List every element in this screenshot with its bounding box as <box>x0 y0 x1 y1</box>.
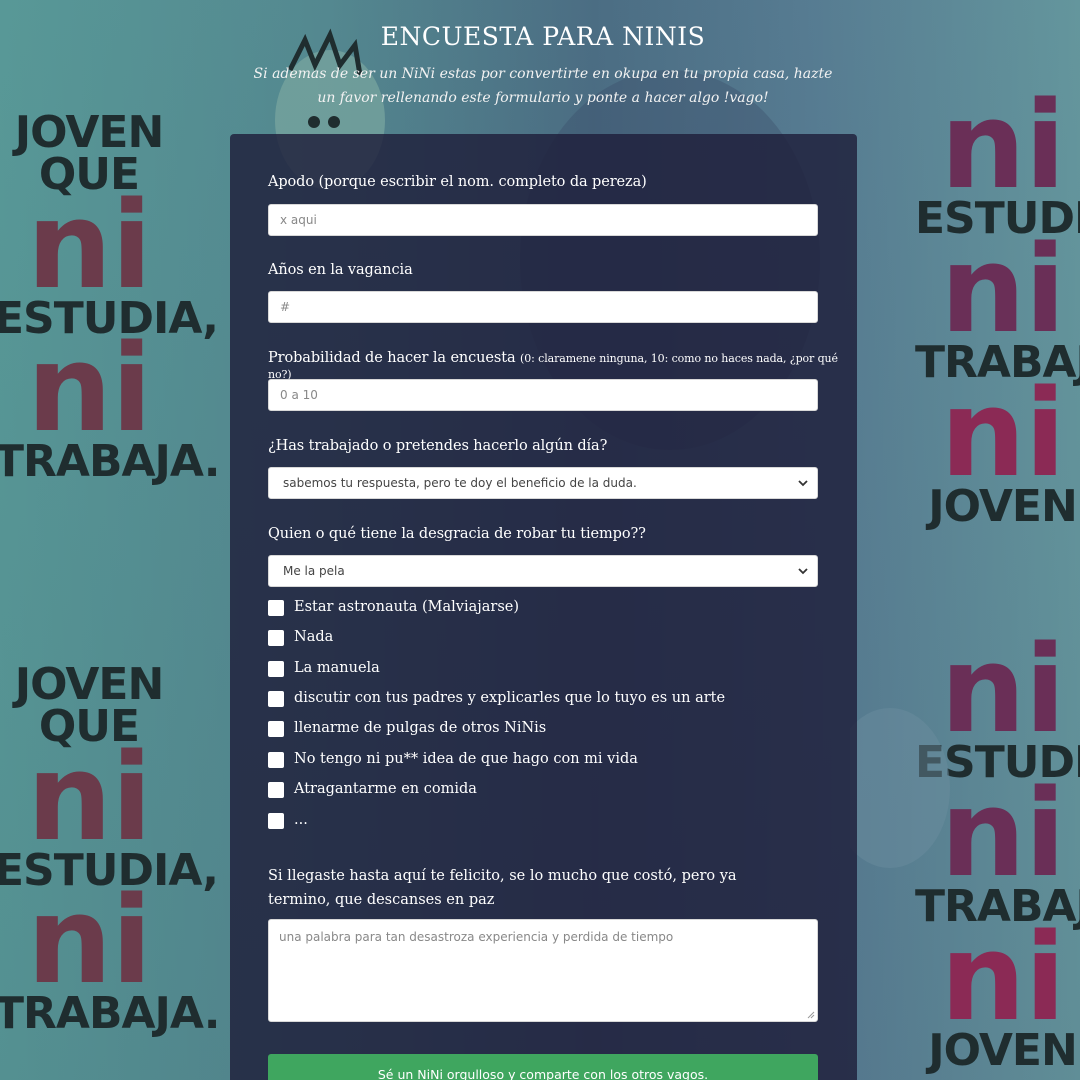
right-poster: ni ESTUDIA ni TRABAJA ni JOVEN <box>915 77 1080 532</box>
checkbox-label: Atragantarme en comida <box>294 781 477 797</box>
chevron-down-icon <box>798 568 808 575</box>
years-label: Años en la vagancia <box>268 262 413 278</box>
nickname-input[interactable]: x aqui <box>268 204 818 236</box>
checkbox-label: La manuela <box>294 660 380 676</box>
submit-button[interactable]: Sé un NiNi orgulloso y comparte con los … <box>268 1054 818 1080</box>
probability-input[interactable]: 0 a 10 <box>268 379 818 411</box>
page-title: ENCUESTA PARA NINIS <box>380 22 706 51</box>
checkbox-label: Nada <box>294 629 334 645</box>
years-input[interactable]: # <box>268 291 818 323</box>
final-label: Si llegaste hasta aquí te felicito, se l… <box>268 868 737 908</box>
worked-label: ¿Has trabajado o pretendes hacerlo algún… <box>268 438 608 454</box>
chevron-down-icon <box>798 480 808 487</box>
checkbox-label: Estar astronauta (Malviajarse) <box>294 599 520 615</box>
probability-label: Probabilidad de hacer la encuesta (0: cl… <box>268 350 857 382</box>
checkbox[interactable] <box>268 752 284 768</box>
checkbox[interactable] <box>268 813 284 829</box>
checkbox[interactable] <box>268 782 284 798</box>
left-poster-repeat: JOVEN QUE ni ESTUDIA, ni TRABAJA. <box>0 659 221 1040</box>
survey-form: Apodo (porque escribir el nom. completo … <box>230 134 857 1080</box>
checkbox[interactable] <box>268 661 284 677</box>
probability-label-text: Probabilidad de hacer la encuesta <box>268 350 516 366</box>
checkbox[interactable] <box>268 600 284 616</box>
checkbox-label: llenarme de pulgas de otros NiNis <box>294 720 547 736</box>
cartoon-face-illustration <box>850 708 950 868</box>
time-thief-label: Quien o qué tiene la desgracia de robar … <box>268 526 646 542</box>
time-thief-select-value: Me la pela <box>283 564 345 578</box>
checkbox-label: No tengo ni pu** idea de que hago con mi… <box>294 751 638 767</box>
final-textarea[interactable]: una palabra para tan desastroza experien… <box>268 919 818 1022</box>
nickname-label: Apodo (porque escribir el nom. completo … <box>268 174 647 190</box>
checkbox-label: ... <box>294 812 308 828</box>
worked-select-value: sabemos tu respuesta, pero te doy el ben… <box>283 476 637 490</box>
resize-grip-icon[interactable] <box>805 1009 815 1019</box>
worked-select[interactable]: sabemos tu respuesta, pero te doy el ben… <box>268 467 818 499</box>
left-poster: JOVEN QUE ni ESTUDIA, ni TRABAJA. <box>0 107 221 488</box>
checkbox[interactable] <box>268 630 284 646</box>
page-subtitle: Si ademas de ser un NiNi estas por conve… <box>253 66 833 106</box>
checkbox-label: discutir con tus padres y explicarles qu… <box>294 690 726 706</box>
checkbox[interactable] <box>268 721 284 737</box>
time-thief-select[interactable]: Me la pela <box>268 555 818 587</box>
checkbox[interactable] <box>268 691 284 707</box>
final-textarea-placeholder: una palabra para tan desastroza experien… <box>279 930 674 944</box>
